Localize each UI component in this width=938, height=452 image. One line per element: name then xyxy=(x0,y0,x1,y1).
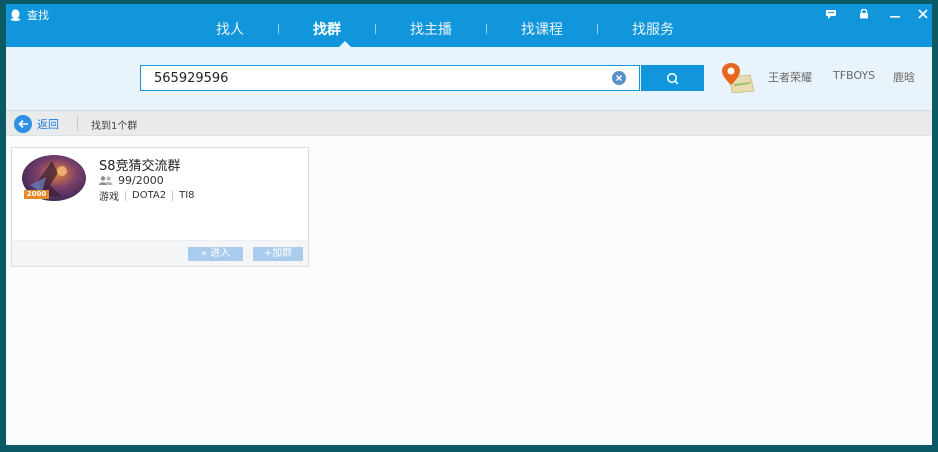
nav-tabs: 找人 找群 找主播 找课程 找服务 xyxy=(216,18,674,40)
close-button[interactable] xyxy=(914,6,932,22)
feedback-icon xyxy=(826,9,836,19)
close-icon xyxy=(918,9,928,19)
tab-divider xyxy=(486,24,487,34)
tab-divider xyxy=(597,24,598,34)
hot-keyword[interactable]: 王者荣耀 xyxy=(768,69,812,85)
group-name[interactable]: S8竞猜交流群 xyxy=(99,155,181,174)
group-result-card[interactable]: 2000 S8竞猜交流群 99/2000 游戏 DOTA2 TI8 » 进入 +… xyxy=(11,147,309,267)
location-map-icon[interactable] xyxy=(720,61,754,93)
results-toolbar: 返回 找到1个群 xyxy=(6,110,932,136)
group-tag: 游戏 xyxy=(99,192,119,203)
find-window: 查找 找人 找群 找主播 找课程 找服务 565929596 王者荣耀 TFBO… xyxy=(6,4,932,445)
search-icon xyxy=(666,72,679,84)
tab-divider xyxy=(278,24,279,34)
clear-icon xyxy=(616,75,622,81)
back-button[interactable]: 返回 xyxy=(14,114,59,133)
member-count-row: 99/2000 xyxy=(99,174,164,187)
minimize-button[interactable] xyxy=(886,6,904,22)
minimize-icon xyxy=(890,16,900,18)
qq-penguin-icon xyxy=(10,9,21,21)
lock-icon xyxy=(860,9,868,19)
back-arrow-icon xyxy=(14,114,32,133)
hot-keyword[interactable]: TFBOYS xyxy=(833,69,875,82)
result-count: 找到1个群 xyxy=(91,121,138,132)
tab-find-group[interactable]: 找群 xyxy=(313,19,341,39)
back-label: 返回 xyxy=(37,117,59,131)
search-area: 王者荣耀 TFBOYS 鹿晗 xyxy=(6,47,932,110)
tab-find-service[interactable]: 找服务 xyxy=(632,19,674,39)
hot-keyword[interactable]: 鹿晗 xyxy=(893,69,915,85)
search-input[interactable] xyxy=(141,66,612,90)
enter-group-button[interactable]: » 进入 xyxy=(188,247,243,261)
group-tags: 游戏 DOTA2 TI8 xyxy=(99,188,195,203)
feedback-button[interactable] xyxy=(822,6,840,22)
app-title: 查找 xyxy=(10,7,49,23)
tab-find-streamer[interactable]: 找主播 xyxy=(410,19,452,39)
window-title: 查找 xyxy=(27,9,49,22)
group-tag: TI8 xyxy=(179,190,195,201)
group-size-badge: 2000 xyxy=(24,190,49,199)
join-group-button[interactable]: +加群 xyxy=(253,247,303,261)
search-button[interactable] xyxy=(641,65,704,91)
group-tag: DOTA2 xyxy=(132,190,167,201)
clear-search-button[interactable] xyxy=(612,71,626,85)
search-box xyxy=(140,65,640,91)
tab-find-course[interactable]: 找课程 xyxy=(521,19,563,39)
tag-divider xyxy=(125,190,126,201)
tab-divider xyxy=(375,24,376,34)
lock-button[interactable] xyxy=(855,6,873,22)
members-icon xyxy=(99,176,113,185)
card-actions: » 进入 +加群 xyxy=(12,240,308,266)
tab-find-people[interactable]: 找人 xyxy=(216,19,244,39)
toolbar-divider xyxy=(77,116,78,131)
title-bar: 查找 找人 找群 找主播 找课程 找服务 xyxy=(6,4,932,47)
tag-divider xyxy=(172,190,174,201)
member-count: 99/2000 xyxy=(118,174,164,187)
